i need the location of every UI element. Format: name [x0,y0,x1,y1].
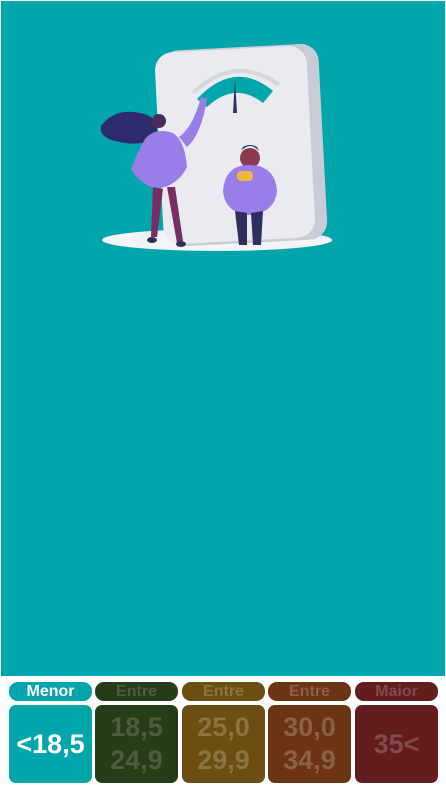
bmi-range-obese[interactable]: Entre 30,0 34,9 [268,682,351,783]
main-screen [1,1,445,790]
bmi-range-value-line1: 30,0 [283,712,336,742]
bmi-range-normal[interactable]: Entre 18,5 24,9 [95,682,178,783]
bmi-range-label: Entre [268,682,351,701]
bmi-range-value: <18,5 [9,705,92,783]
bmi-range-label: Entre [95,682,178,701]
bmi-range-value-line1: 35< [373,728,420,759]
bmi-range-bar: Menor <18,5 Entre 18,5 24,9 Entre 25,0 2… [1,676,445,790]
bmi-range-value-line1: 25,0 [197,712,250,742]
bmi-range-label: Entre [182,682,265,701]
weighing-scale-illustration [100,43,332,251]
bmi-range-value: 35< [355,705,438,783]
bmi-range-overweight[interactable]: Entre 25,0 29,9 [182,682,265,783]
bmi-range-label: Menor [9,682,92,701]
bmi-range-value: 18,5 24,9 [95,705,178,783]
bmi-range-label: Maior [355,682,438,701]
bmi-range-underweight[interactable]: Menor <18,5 [9,682,92,783]
bmi-range-value: 25,0 29,9 [182,705,265,783]
bmi-range-value: 30,0 34,9 [268,705,351,783]
bmi-range-value-line2: 29,9 [197,745,250,775]
bmi-range-value-line2: 34,9 [283,745,336,775]
bmi-range-value-line2: 24,9 [110,745,163,775]
bmi-range-value-line1: <18,5 [16,728,85,759]
bmi-range-severe[interactable]: Maior 35< [355,682,438,783]
bmi-range-value-line1: 18,5 [110,712,163,742]
